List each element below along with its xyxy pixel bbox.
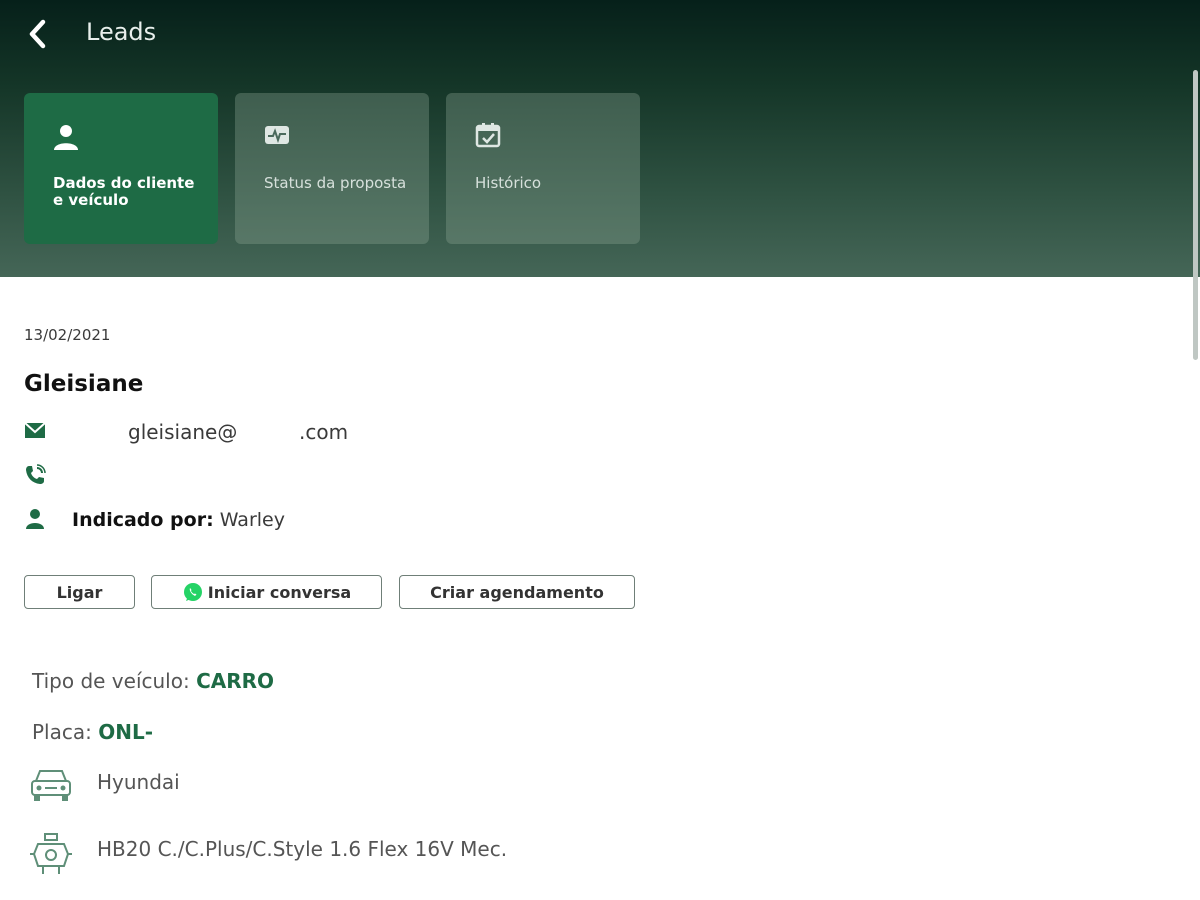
- person-icon: [54, 125, 78, 150]
- vehicle-plate-value: ONL-: [98, 720, 154, 744]
- person-icon: [26, 509, 44, 529]
- call-button[interactable]: Ligar: [24, 575, 135, 609]
- lead-date: 13/02/2021: [24, 326, 111, 344]
- vehicle-type-value: CARRO: [196, 669, 275, 693]
- referred-by: Indicado por: Warley: [72, 509, 285, 531]
- referred-value: Warley: [219, 509, 285, 531]
- start-chat-button[interactable]: Iniciar conversa: [151, 575, 382, 609]
- tab-historico[interactable]: Histórico: [446, 93, 640, 244]
- page-title: Leads: [86, 18, 157, 46]
- vehicle-plate: Placa: ONL-: [32, 720, 153, 744]
- vehicle-model: HB20 C./C.Plus/C.Style 1.6 Flex 16V Mec.: [97, 837, 508, 861]
- vehicle-brand: Hyundai: [97, 770, 180, 794]
- calendar-check-icon: [475, 123, 501, 148]
- scrollbar[interactable]: [1193, 70, 1198, 360]
- tab-label: Status da proposta: [264, 174, 407, 192]
- chevron-left-icon: [29, 19, 46, 49]
- phone-icon[interactable]: [24, 464, 46, 486]
- email-local: gleisiane@: [128, 420, 238, 444]
- whatsapp-icon: [183, 583, 202, 601]
- start-chat-label: Iniciar conversa: [207, 582, 352, 602]
- create-schedule-button[interactable]: Criar agendamento: [399, 575, 635, 609]
- tab-dados-cliente[interactable]: Dados do cliente e veículo: [24, 93, 218, 244]
- vehicle-type-label: Tipo de veículo:: [32, 669, 190, 693]
- header: Leads Dados do cliente e veículo Status …: [0, 0, 1200, 277]
- engine-icon: [30, 833, 72, 874]
- tab-label: Dados do cliente e veículo: [53, 174, 195, 209]
- call-button-label: Ligar: [56, 582, 103, 602]
- tab-status-proposta[interactable]: Status da proposta: [235, 93, 429, 244]
- car-icon: [31, 770, 71, 801]
- create-schedule-label: Criar agendamento: [430, 582, 604, 602]
- lead-name: Gleisiane: [24, 371, 144, 397]
- referred-label: Indicado por:: [72, 509, 214, 531]
- vehicle-plate-label: Placa:: [32, 720, 92, 744]
- vehicle-type: Tipo de veículo: CARRO: [32, 669, 274, 693]
- email-icon: [24, 422, 46, 438]
- email-domain: .com: [299, 420, 349, 444]
- tab-label: Histórico: [475, 174, 542, 192]
- activity-icon: [265, 126, 289, 144]
- back-button[interactable]: [18, 14, 58, 54]
